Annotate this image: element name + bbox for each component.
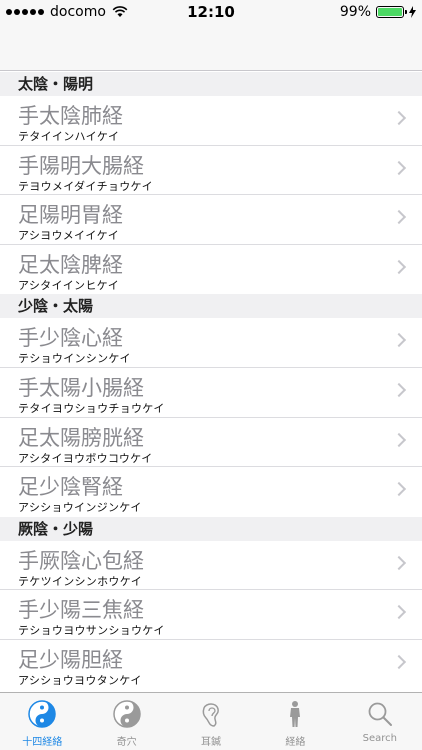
meridian-title: 足太陽膀胱経 <box>18 425 144 450</box>
meridian-reading: アシショウインジンケイ <box>18 501 142 515</box>
tab-label: 耳鍼 <box>201 737 222 748</box>
ear-icon <box>195 698 227 730</box>
meridian-reading: アシタイヨウボウコウケイ <box>18 451 153 465</box>
status-bar: docomo 12:10 99% <box>0 0 422 25</box>
chevron-right-icon <box>391 555 407 570</box>
meridian-row[interactable]: 足少陰腎経 アシショウインジンケイ <box>0 467 422 517</box>
meridian-title: 手陽明大腸経 <box>18 153 144 178</box>
chevron-right-icon <box>391 482 407 497</box>
tab-label: Search <box>362 733 397 744</box>
battery-percent: 99% <box>339 4 371 20</box>
chevron-right-icon <box>391 432 407 447</box>
meridian-reading: テショウインシンケイ <box>18 352 131 366</box>
battery-icon <box>376 6 407 18</box>
meridian-reading: アシタイインヒケイ <box>18 278 120 292</box>
charging-bolt-icon <box>409 6 416 18</box>
yin-yang-blue-icon <box>26 698 58 730</box>
meridian-row[interactable]: 手少陰心経 テショウインシンケイ <box>0 318 422 368</box>
chevron-right-icon <box>391 333 407 348</box>
meridian-title: 手少陰心経 <box>18 326 123 351</box>
tab-2[interactable]: 耳鍼 <box>169 693 253 750</box>
meridian-title: 足太陰脾経 <box>18 252 123 277</box>
meridian-title: 足少陽胆経 <box>18 647 123 672</box>
meridian-reading: テケツインシンホウケイ <box>18 574 143 588</box>
chevron-right-icon <box>391 110 407 126</box>
tab-label: 経絡 <box>285 737 306 748</box>
meridian-list: 太陰・陽明 手太陰肺経 テタイインハイケイ 手陽明大腸経 テヨウメイダイチョウケイ 足陽明… <box>0 72 422 692</box>
chevron-right-icon <box>391 605 407 620</box>
meridian-row[interactable]: 足太陰脾経 アシタイインヒケイ <box>0 245 422 295</box>
status-right: 99% <box>340 4 416 20</box>
meridian-row[interactable]: 手陽明大腸経 テヨウメイダイチョウケイ <box>0 146 422 196</box>
chevron-right-icon <box>391 382 407 398</box>
meridian-reading: テタイヨウショウチョウケイ <box>18 401 165 415</box>
meridian-reading: テタイインハイケイ <box>18 130 120 143</box>
section-header: 少陰・太陽 <box>0 294 422 319</box>
meridian-title: 手厥陰心包経 <box>18 548 144 573</box>
tab-0[interactable]: 十四経絡 <box>0 693 84 750</box>
meridian-row[interactable]: 足少陽胆経 アシショウヨウタンケイ <box>0 640 422 690</box>
human-figure-icon <box>279 698 311 730</box>
battery-fill <box>378 8 402 16</box>
meridian-reading: テショウヨウサンショウケイ <box>18 624 165 638</box>
tab-label: 奇穴 <box>116 737 137 748</box>
meridian-row[interactable]: 足太陽膀胱経 アシタイヨウボウコウケイ <box>0 418 422 468</box>
meridian-row[interactable]: 手太陽小腸経 テタイヨウショウチョウケイ <box>0 368 422 418</box>
meridian-row[interactable]: 手厥陰心包経 テケツインシンホウケイ <box>0 541 422 591</box>
tab-3[interactable]: 経絡 <box>253 693 337 750</box>
meridian-row[interactable]: 足陽明胃経 アシヨウメイイケイ <box>0 195 422 245</box>
navigation-bar <box>0 25 422 71</box>
meridian-reading: テヨウメイダイチョウケイ <box>18 179 153 193</box>
meridian-title: 足陽明胃経 <box>18 203 123 228</box>
tab-1[interactable]: 奇穴 <box>84 693 168 750</box>
meridian-title: 足少陰腎経 <box>18 475 123 500</box>
meridian-reading: アシショウヨウタンケイ <box>18 673 142 687</box>
meridian-reading: アシヨウメイイケイ <box>18 229 120 243</box>
chevron-right-icon <box>391 259 407 274</box>
chevron-right-icon <box>391 654 407 670</box>
search-icon <box>364 698 396 730</box>
chevron-right-icon <box>391 210 407 225</box>
meridian-title: 手太陰肺経 <box>18 104 123 128</box>
tab-bar: 十四経絡 奇穴 耳鍼 経絡 Search <box>0 692 422 750</box>
tab-label: 十四経絡 <box>22 737 63 748</box>
section-header: 太陰・陽明 <box>0 72 422 96</box>
yin-yang-gray-icon <box>111 698 143 730</box>
meridian-row[interactable]: 手太陰肺経テタイインハイケイ <box>0 96 422 146</box>
meridian-title: 手太陽小腸経 <box>18 375 144 400</box>
meridian-title: 手少陽三焦経 <box>18 598 144 623</box>
meridian-row[interactable]: 手少陽三焦経 テショウヨウサンショウケイ <box>0 590 422 640</box>
section-header: 厥陰・少陽 <box>0 516 422 541</box>
chevron-right-icon <box>391 160 407 175</box>
tab-4[interactable]: Search <box>338 693 422 750</box>
